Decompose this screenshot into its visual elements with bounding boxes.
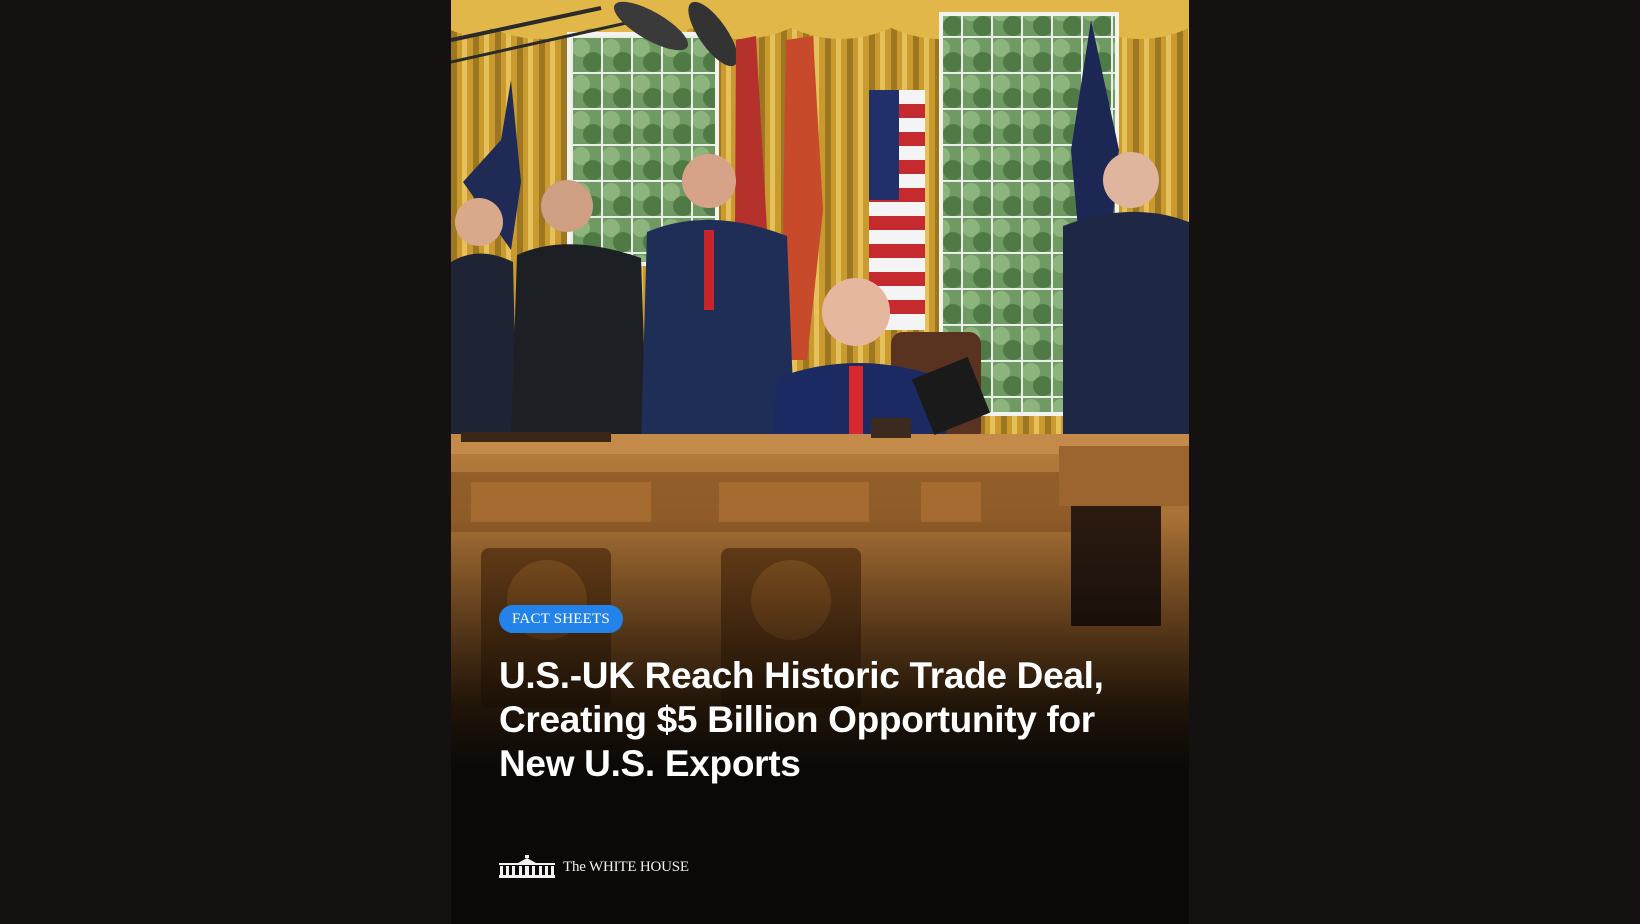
- white-house-building-icon: [499, 855, 555, 878]
- category-badge[interactable]: FACT SHEETS: [499, 605, 623, 633]
- post-card[interactable]: FACT SHEETS U.S.-UK Reach Historic Trade…: [451, 0, 1189, 924]
- brand-signature: The WHITE HOUSE: [499, 854, 689, 880]
- brand-name: The WHITE HOUSE: [563, 858, 689, 875]
- headline: U.S.-UK Reach Historic Trade Deal, Creat…: [499, 655, 1104, 784]
